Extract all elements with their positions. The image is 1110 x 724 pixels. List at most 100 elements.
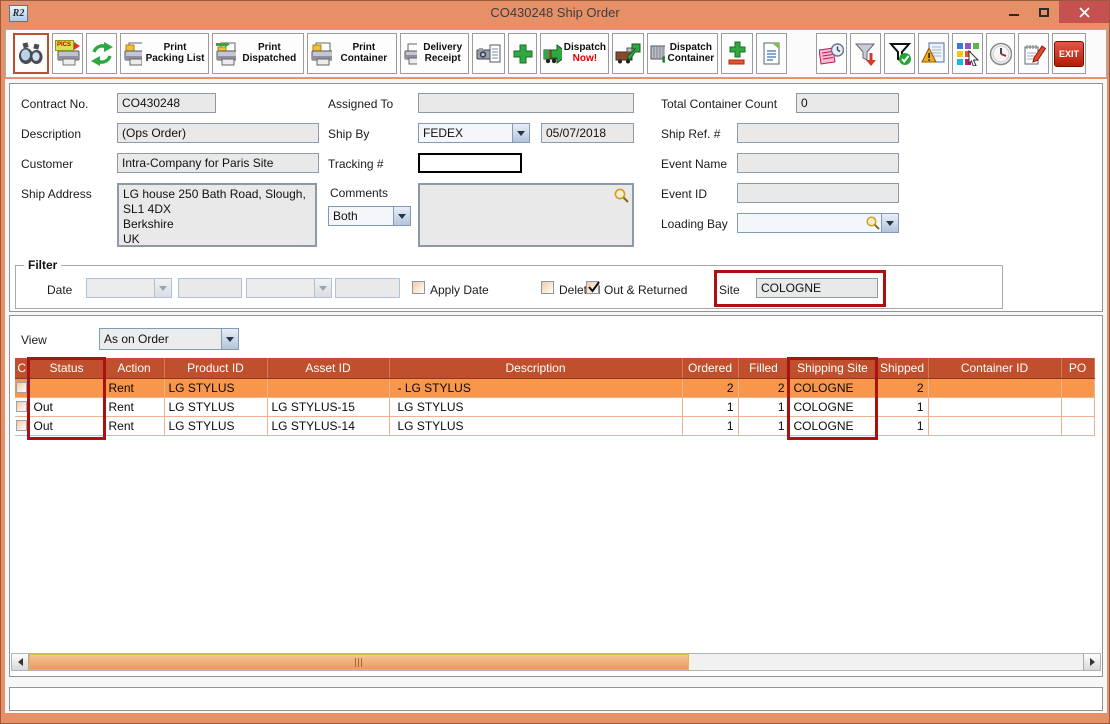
refresh-button[interactable] bbox=[86, 33, 117, 74]
cell-asset-id[interactable]: LG STYLUS-14 bbox=[267, 416, 389, 435]
scrollbar-thumb[interactable] bbox=[29, 654, 689, 670]
filter-clear-button[interactable] bbox=[850, 33, 881, 74]
column-header-po[interactable]: PO bbox=[1061, 358, 1094, 378]
column-header-ordered[interactable]: Ordered bbox=[682, 358, 738, 378]
column-header-container-id[interactable]: Container ID bbox=[928, 358, 1061, 378]
comments-mode-dropdown-button[interactable] bbox=[393, 207, 410, 225]
description-field[interactable]: (Ops Order) bbox=[117, 123, 319, 143]
cell-po[interactable] bbox=[1061, 378, 1094, 397]
cell-shipping-site[interactable]: COLOGNE bbox=[789, 416, 876, 435]
exit-button[interactable]: EXIT bbox=[1052, 33, 1086, 74]
view-select[interactable]: As on Order bbox=[99, 328, 239, 350]
cell-container-id[interactable] bbox=[928, 397, 1061, 416]
maximize-button[interactable] bbox=[1029, 1, 1059, 23]
print-pics-button[interactable]: PICS bbox=[52, 33, 83, 74]
print-packing-list-button[interactable]: Print Packing List bbox=[120, 33, 209, 74]
time-button[interactable] bbox=[986, 33, 1015, 74]
column-header-description[interactable]: Description bbox=[389, 358, 682, 378]
horizontal-scrollbar[interactable] bbox=[11, 653, 1101, 671]
add-button[interactable] bbox=[508, 33, 537, 74]
column-header-filled[interactable]: Filled bbox=[738, 358, 789, 378]
loading-bay-search-icon[interactable] bbox=[865, 215, 881, 231]
row-select-cell[interactable] bbox=[15, 397, 29, 416]
row-checkbox[interactable] bbox=[16, 420, 27, 431]
cell-filled[interactable]: 1 bbox=[738, 397, 789, 416]
filter-apply-button[interactable] bbox=[884, 33, 915, 74]
cell-asset-id[interactable] bbox=[267, 378, 389, 397]
cell-container-id[interactable] bbox=[928, 378, 1061, 397]
contract-no-field[interactable]: CO430248 bbox=[117, 93, 216, 113]
cell-status[interactable]: Out bbox=[29, 416, 104, 435]
cell-po[interactable] bbox=[1061, 416, 1094, 435]
cell-asset-id[interactable]: LG STYLUS-15 bbox=[267, 397, 389, 416]
row-checkbox[interactable] bbox=[16, 401, 27, 412]
close-button[interactable] bbox=[1059, 1, 1109, 23]
column-header-status[interactable]: Status bbox=[29, 358, 104, 378]
column-header-shipped[interactable]: Shipped bbox=[876, 358, 928, 378]
cell-action[interactable]: Rent bbox=[104, 397, 164, 416]
ship-by-select[interactable]: FEDEX bbox=[418, 123, 530, 143]
ship-by-dropdown-button[interactable] bbox=[512, 124, 529, 142]
cell-shipping-site[interactable]: COLOGNE bbox=[789, 378, 876, 397]
cell-container-id[interactable] bbox=[928, 416, 1061, 435]
cell-filled[interactable]: 2 bbox=[738, 378, 789, 397]
filter-date-operator-select[interactable] bbox=[86, 278, 172, 298]
cell-shipped[interactable]: 1 bbox=[876, 416, 928, 435]
table-row[interactable]: OutRentLG STYLUSLG STYLUS-15LG STYLUS11C… bbox=[15, 397, 1094, 416]
camera-document-button[interactable] bbox=[472, 33, 505, 74]
row-select-cell[interactable] bbox=[15, 378, 29, 397]
filter-date-operator-dropdown-button[interactable] bbox=[154, 279, 171, 297]
filter-date-to-input[interactable] bbox=[335, 278, 400, 298]
cell-filled[interactable]: 1 bbox=[738, 416, 789, 435]
assigned-to-field[interactable] bbox=[418, 93, 634, 113]
cell-description[interactable]: LG STYLUS bbox=[389, 397, 682, 416]
minimize-button[interactable] bbox=[999, 1, 1029, 23]
delivery-receipt-button[interactable]: Delivery Receipt bbox=[400, 33, 469, 74]
scroll-left-button[interactable] bbox=[12, 654, 29, 670]
cell-status[interactable] bbox=[29, 378, 104, 397]
comments-field[interactable] bbox=[418, 183, 634, 247]
scroll-right-button[interactable] bbox=[1083, 654, 1100, 670]
cell-ordered[interactable]: 1 bbox=[682, 397, 738, 416]
cell-status[interactable]: Out bbox=[29, 397, 104, 416]
dispatch-container-button[interactable]: Dispatch Container bbox=[647, 33, 718, 74]
filter-date-from-input[interactable] bbox=[178, 278, 242, 298]
search-button[interactable] bbox=[13, 33, 49, 74]
cell-ordered[interactable]: 1 bbox=[682, 416, 738, 435]
filter-date-range-dropdown-button[interactable] bbox=[314, 279, 331, 297]
event-name-field[interactable] bbox=[737, 153, 899, 173]
comments-mode-select[interactable]: Both bbox=[328, 206, 411, 226]
print-dispatched-button[interactable]: Print Dispatched bbox=[212, 33, 304, 74]
loading-bay-select[interactable] bbox=[737, 213, 899, 233]
cell-description[interactable]: LG STYLUS bbox=[389, 416, 682, 435]
row-checkbox[interactable] bbox=[16, 382, 27, 393]
schedule-notes-button[interactable] bbox=[816, 33, 847, 74]
cell-action[interactable]: Rent bbox=[104, 378, 164, 397]
cell-product-id[interactable]: LG STYLUS bbox=[164, 416, 267, 435]
notes-edit-button[interactable] bbox=[1018, 33, 1049, 74]
event-id-field[interactable] bbox=[737, 183, 899, 203]
document-button[interactable] bbox=[756, 33, 787, 74]
filter-date-range-select[interactable] bbox=[246, 278, 332, 298]
cell-ordered[interactable]: 2 bbox=[682, 378, 738, 397]
cell-product-id[interactable]: LG STYLUS bbox=[164, 378, 267, 397]
deleted-checkbox[interactable] bbox=[541, 281, 554, 294]
site-field[interactable]: COLOGNE bbox=[756, 278, 878, 298]
cell-product-id[interactable]: LG STYLUS bbox=[164, 397, 267, 416]
column-header-product-id[interactable]: Product ID bbox=[164, 358, 267, 378]
column-header-shipping-site[interactable]: Shipping Site bbox=[789, 358, 876, 378]
table-row[interactable]: RentLG STYLUS- LG STYLUS22COLOGNE2 bbox=[15, 378, 1094, 397]
cell-shipped[interactable]: 1 bbox=[876, 397, 928, 416]
tracking-input[interactable] bbox=[418, 153, 522, 173]
cell-description[interactable]: - LG STYLUS bbox=[389, 378, 682, 397]
add-remove-button[interactable] bbox=[721, 33, 753, 74]
customer-field[interactable]: Intra-Company for Paris Site bbox=[117, 153, 319, 173]
row-select-cell[interactable] bbox=[15, 416, 29, 435]
cell-shipping-site[interactable]: COLOGNE bbox=[789, 397, 876, 416]
alerts-button[interactable] bbox=[918, 33, 949, 74]
dispatch-now-button[interactable]: DispatchNow! bbox=[540, 33, 609, 74]
cell-action[interactable]: Rent bbox=[104, 416, 164, 435]
ship-ref-field[interactable] bbox=[737, 123, 899, 143]
column-header-action[interactable]: Action bbox=[104, 358, 164, 378]
column-header-asset-id[interactable]: Asset ID bbox=[267, 358, 389, 378]
